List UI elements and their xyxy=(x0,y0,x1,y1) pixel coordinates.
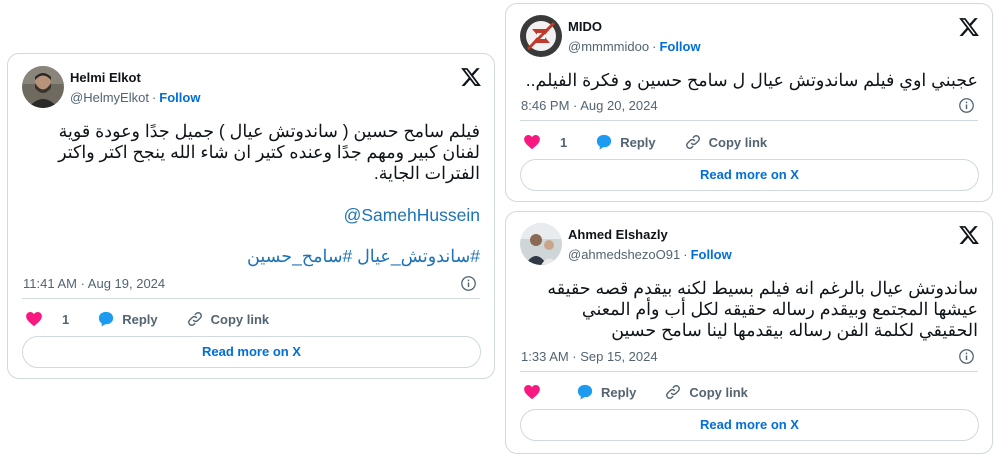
copy-link-button[interactable]: Copy link xyxy=(664,383,748,401)
divider xyxy=(520,120,978,121)
tweet-timestamp[interactable]: 11:41 AM · Aug 19, 2024 xyxy=(23,276,165,291)
tweet-actions: Reply Copy link xyxy=(523,383,776,401)
author-name[interactable]: Ahmed Elshazly xyxy=(568,227,668,242)
tweet-text-line: الحقيقي لكلمة الفن رساله بيقدمها لينا سا… xyxy=(611,320,978,340)
like-count: 1 xyxy=(62,311,70,327)
copy-link-label: Copy link xyxy=(210,311,270,327)
heart-icon xyxy=(524,134,540,150)
like-count: 1 xyxy=(560,134,568,150)
tweet-text: عجبني اوي فيلم ساندوتش عيال ل سامح حسين … xyxy=(518,70,978,91)
author-handle[interactable]: @ahmedshezoO91 xyxy=(568,247,680,262)
tweet-text: ساندوتش عيال بالرغم انه فيلم بسيط لكنه ب… xyxy=(518,278,978,341)
author-handle-row: @HelmyElkot · Follow xyxy=(70,90,201,105)
reply-bubble-icon xyxy=(99,311,114,327)
info-icon[interactable] xyxy=(958,97,975,114)
like-button[interactable] xyxy=(25,310,50,328)
copy-link-button[interactable]: Copy link xyxy=(186,310,270,328)
author-handle-row: @mmmmidoo · Follow xyxy=(568,39,701,54)
tweet-text-line: فيلم سامح حسين ( ساندوتش عيال ) جميل جدً… xyxy=(58,121,480,141)
hashtag-links[interactable]: #ساندوتش_عيال #سامح_حسين xyxy=(247,246,480,267)
heart-icon xyxy=(26,311,42,327)
tweet-actions: 1 Reply Copy link xyxy=(523,133,795,151)
read-more-button[interactable]: Read more on X xyxy=(520,409,979,441)
follow-button[interactable]: Follow xyxy=(691,247,732,262)
tweet-text-line: عيشها المجتمع وبيقدم رساله حقيقه لكل أب … xyxy=(581,299,978,319)
x-logo-icon[interactable] xyxy=(460,66,482,88)
tweet-text-line: ساندوتش عيال بالرغم انه فيلم بسيط لكنه ب… xyxy=(547,278,978,298)
copy-link-label: Copy link xyxy=(689,384,748,400)
tweet-text: فيلم سامح حسين ( ساندوتش عيال ) جميل جدً… xyxy=(20,121,480,184)
info-icon[interactable] xyxy=(460,275,477,292)
author-handle[interactable]: @HelmyElkot xyxy=(70,90,149,105)
like-button[interactable] xyxy=(523,383,548,401)
tweet-timestamp[interactable]: 8:46 PM · Aug 20, 2024 xyxy=(521,98,658,113)
divider xyxy=(520,371,978,372)
heart-icon xyxy=(524,384,540,400)
copy-link-button[interactable]: Copy link xyxy=(684,133,768,151)
read-more-button[interactable]: Read more on X xyxy=(22,336,481,368)
tweet-text-line: عجبني اوي فيلم ساندوتش عيال ل سامح حسين … xyxy=(525,70,978,90)
mention-link[interactable]: @SamehHussein xyxy=(344,205,480,226)
reply-label: Reply xyxy=(601,384,637,400)
info-icon[interactable] xyxy=(958,348,975,365)
x-logo-icon[interactable] xyxy=(958,224,980,246)
read-more-button[interactable]: Read more on X xyxy=(520,159,979,191)
link-icon xyxy=(685,135,700,149)
author-name[interactable]: Helmi Elkot xyxy=(70,70,141,85)
author-handle-row: @ahmedshezoO91 · Follow xyxy=(568,247,732,262)
tweet-actions: 1 Reply Copy link xyxy=(25,310,297,328)
avatar[interactable] xyxy=(520,15,562,57)
avatar[interactable] xyxy=(520,223,562,265)
x-logo-icon[interactable] xyxy=(958,16,980,38)
tweet-card-helmi: Helmi Elkot @HelmyElkot · Follow فيلم سامح… xyxy=(7,53,495,379)
divider xyxy=(22,298,480,299)
reply-bubble-icon xyxy=(597,134,612,150)
reply-bubble-icon xyxy=(577,384,593,400)
follow-button[interactable]: Follow xyxy=(659,39,700,54)
reply-label: Reply xyxy=(122,311,158,327)
reply-label: Reply xyxy=(620,134,656,150)
reply-button[interactable]: Reply xyxy=(97,310,158,328)
link-icon xyxy=(187,312,202,326)
tweet-text-line: الفترات الجاية. xyxy=(373,163,480,183)
follow-button[interactable]: Follow xyxy=(159,90,200,105)
tweet-card-mido: MIDO @mmmmidoo · Follow عجبني اوي فيلم سان… xyxy=(505,3,993,202)
like-button[interactable] xyxy=(523,133,548,151)
link-icon xyxy=(666,385,681,399)
reply-button[interactable]: Reply xyxy=(595,133,656,151)
tweet-timestamp[interactable]: 1:33 AM · Sep 15, 2024 xyxy=(521,349,658,364)
reply-button[interactable]: Reply xyxy=(576,383,636,401)
avatar[interactable] xyxy=(22,66,64,108)
tweet-text-line: لفنان كبير ومهم جدًا وعنده كتير ان شاء ا… xyxy=(58,142,480,162)
copy-link-label: Copy link xyxy=(708,134,768,150)
author-handle[interactable]: @mmmmidoo xyxy=(568,39,649,54)
author-name[interactable]: MIDO xyxy=(568,19,602,34)
tweet-card-ahmed: Ahmed Elshazly @ahmedshezoO91 · Follow سان… xyxy=(505,211,993,454)
